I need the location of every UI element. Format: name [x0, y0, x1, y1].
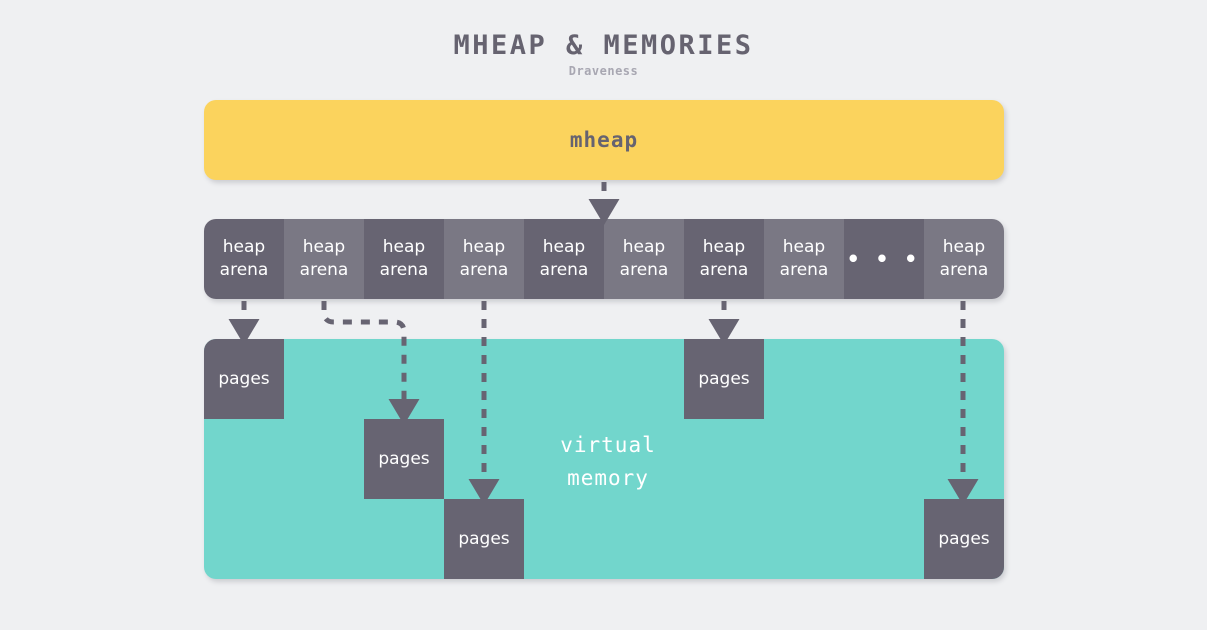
pages-label: pages — [698, 369, 750, 389]
heap-arena-label-line2: arena — [379, 260, 429, 280]
heap-arena-label-line2: arena — [699, 260, 749, 280]
heap-arena-label-line1: heap — [462, 237, 506, 258]
ellipsis-icon: • • • — [846, 246, 922, 271]
heap-arena-cell-4: heap arena — [444, 219, 524, 299]
pages-box-5: pages — [924, 499, 1004, 579]
heap-arena-label-line2: arena — [459, 260, 509, 280]
heap-arena-label-line1: heap — [942, 237, 986, 258]
heap-arena-label-line2: arena — [779, 260, 829, 280]
heap-arena-cell-3: heap arena — [364, 219, 444, 299]
heap-arena-ellipsis: • • • — [844, 219, 924, 299]
heap-arena-cell-5: heap arena — [524, 219, 604, 299]
pages-label: pages — [458, 529, 510, 549]
virtual-memory-inner: pages pages pages pages pages — [204, 339, 1004, 579]
heap-arena-cell-8: heap arena — [764, 219, 844, 299]
virtual-memory-block: pages pages pages pages pages virtual memory — [204, 339, 1004, 579]
heap-arena-label-line1: heap — [702, 237, 746, 258]
heap-arena-label-line2: arena — [539, 260, 589, 280]
page-subtitle: Draveness — [568, 64, 639, 78]
heap-arena-label-line2: arena — [939, 260, 989, 280]
heap-arena-label-line1: heap — [782, 237, 826, 258]
heap-arena-cell-2: heap arena — [284, 219, 364, 299]
heap-arena-cell-1: heap arena — [204, 219, 284, 299]
heap-arena-cell-7: heap arena — [684, 219, 764, 299]
heap-arena-label-line1: heap — [302, 237, 346, 258]
pages-box-1: pages — [204, 339, 284, 419]
pages-box-2: pages — [364, 419, 444, 499]
heap-arena-label-line1: heap — [622, 237, 666, 258]
heap-arena-label-line1: heap — [222, 237, 266, 258]
mheap-memory-diagram: MHEAP & MEMORIES Draveness mheap heap are… — [0, 0, 1207, 630]
heap-arena-label-line2: arena — [219, 260, 269, 280]
heap-arena-label-line1: heap — [382, 237, 426, 258]
heap-arena-cell-6: heap arena — [604, 219, 684, 299]
page-title: MHEAP & MEMORIES — [453, 30, 754, 61]
pages-box-4: pages — [684, 339, 764, 419]
mheap-label: mheap — [569, 128, 639, 152]
pages-label: pages — [938, 529, 990, 549]
pages-label: pages — [218, 369, 270, 389]
mheap-box: mheap — [204, 100, 1004, 180]
heap-arena-row: heap arena heap arena heap arena heap arena heap… — [204, 219, 1004, 299]
heap-arena-label-line1: heap — [542, 237, 586, 258]
pages-box-3: pages — [444, 499, 524, 579]
heap-arena-label-line2: arena — [619, 260, 669, 280]
heap-arena-label-line2: arena — [299, 260, 349, 280]
pages-label: pages — [378, 449, 430, 469]
heap-arena-cell-10: heap arena — [924, 219, 1004, 299]
